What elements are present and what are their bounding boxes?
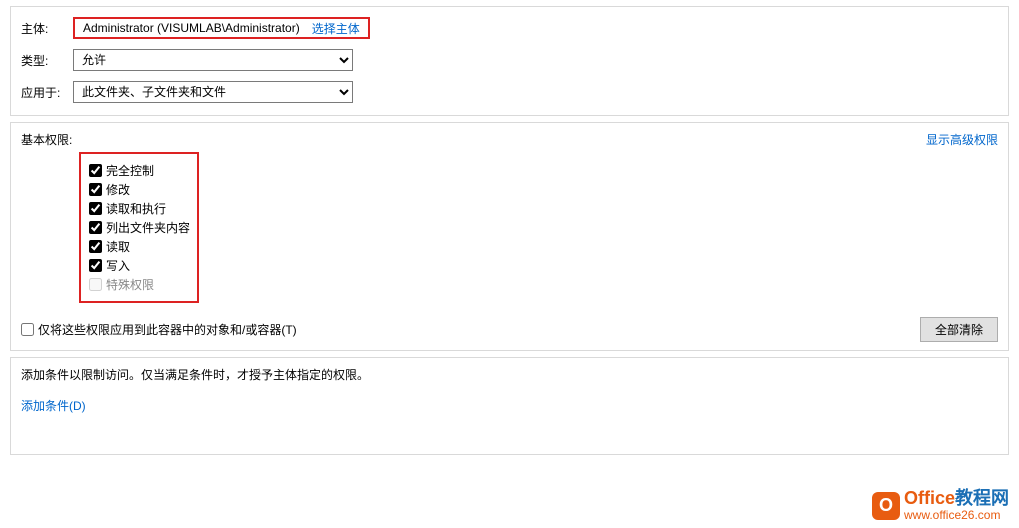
permission-checkbox — [89, 278, 102, 291]
type-select[interactable]: 允许 — [73, 49, 353, 71]
permission-item[interactable]: 写入 — [89, 257, 189, 274]
clear-all-button[interactable]: 全部清除 — [920, 317, 998, 342]
permission-label: 修改 — [106, 181, 130, 198]
permission-label: 写入 — [106, 257, 130, 274]
permission-checkbox[interactable] — [89, 259, 102, 272]
permission-item[interactable]: 列出文件夹内容 — [89, 219, 189, 236]
permission-checkbox[interactable] — [89, 202, 102, 215]
show-advanced-permissions-link[interactable]: 显示高级权限 — [926, 131, 998, 148]
principal-panel: 主体: Administrator (VISUMLAB\Administrato… — [10, 6, 1009, 116]
apply-to-label: 应用于: — [21, 84, 73, 101]
permission-checkbox[interactable] — [89, 164, 102, 177]
select-principal-link[interactable]: 选择主体 — [312, 20, 360, 37]
permission-item[interactable]: 读取 — [89, 238, 189, 255]
type-label: 类型: — [21, 52, 73, 69]
add-condition-link[interactable]: 添加条件(D) — [21, 399, 86, 413]
permissions-panel: 基本权限: 显示高级权限 完全控制修改读取和执行列出文件夹内容读取写入特殊权限 … — [10, 122, 1009, 351]
apply-only-row: 仅将这些权限应用到此容器中的对象和/或容器(T) 全部清除 — [21, 317, 998, 342]
permission-label: 完全控制 — [106, 162, 154, 179]
principal-highlight-box: Administrator (VISUMLAB\Administrator) 选… — [73, 17, 370, 39]
permission-checkbox[interactable] — [89, 221, 102, 234]
permission-item[interactable]: 修改 — [89, 181, 189, 198]
watermark-brand: Office教程网 — [904, 489, 1009, 509]
permission-label: 读取 — [106, 238, 130, 255]
apply-only-label[interactable]: 仅将这些权限应用到此容器中的对象和/或容器(T) — [21, 321, 297, 338]
type-row: 类型: 允许 — [21, 49, 998, 71]
permission-label: 列出文件夹内容 — [106, 219, 190, 236]
watermark-url: www.office26.com — [904, 509, 1009, 522]
apply-only-text: 仅将这些权限应用到此容器中的对象和/或容器(T) — [38, 321, 297, 338]
principal-row: 主体: Administrator (VISUMLAB\Administrato… — [21, 17, 998, 39]
permission-checkbox[interactable] — [89, 240, 102, 253]
principal-name: Administrator (VISUMLAB\Administrator) — [83, 21, 300, 35]
principal-label: 主体: — [21, 20, 73, 37]
permissions-checkbox-group: 完全控制修改读取和执行列出文件夹内容读取写入特殊权限 — [79, 152, 199, 303]
apply-to-row: 应用于: 此文件夹、子文件夹和文件 — [21, 81, 998, 103]
permission-label: 特殊权限 — [106, 276, 154, 293]
office-logo-icon: O — [872, 492, 900, 520]
watermark: O Office教程网 www.office26.com — [872, 489, 1009, 522]
permissions-header: 基本权限: 显示高级权限 — [21, 131, 998, 148]
permission-checkbox[interactable] — [89, 183, 102, 196]
permission-item[interactable]: 完全控制 — [89, 162, 189, 179]
permission-item: 特殊权限 — [89, 276, 189, 293]
permission-label: 读取和执行 — [106, 200, 166, 217]
permission-item[interactable]: 读取和执行 — [89, 200, 189, 217]
conditions-panel: 添加条件以限制访问。仅当满足条件时，才授予主体指定的权限。 添加条件(D) — [10, 357, 1009, 455]
permissions-title: 基本权限: — [21, 131, 72, 148]
conditions-text: 添加条件以限制访问。仅当满足条件时，才授予主体指定的权限。 — [21, 366, 998, 383]
apply-only-checkbox[interactable] — [21, 323, 34, 336]
apply-to-select[interactable]: 此文件夹、子文件夹和文件 — [73, 81, 353, 103]
